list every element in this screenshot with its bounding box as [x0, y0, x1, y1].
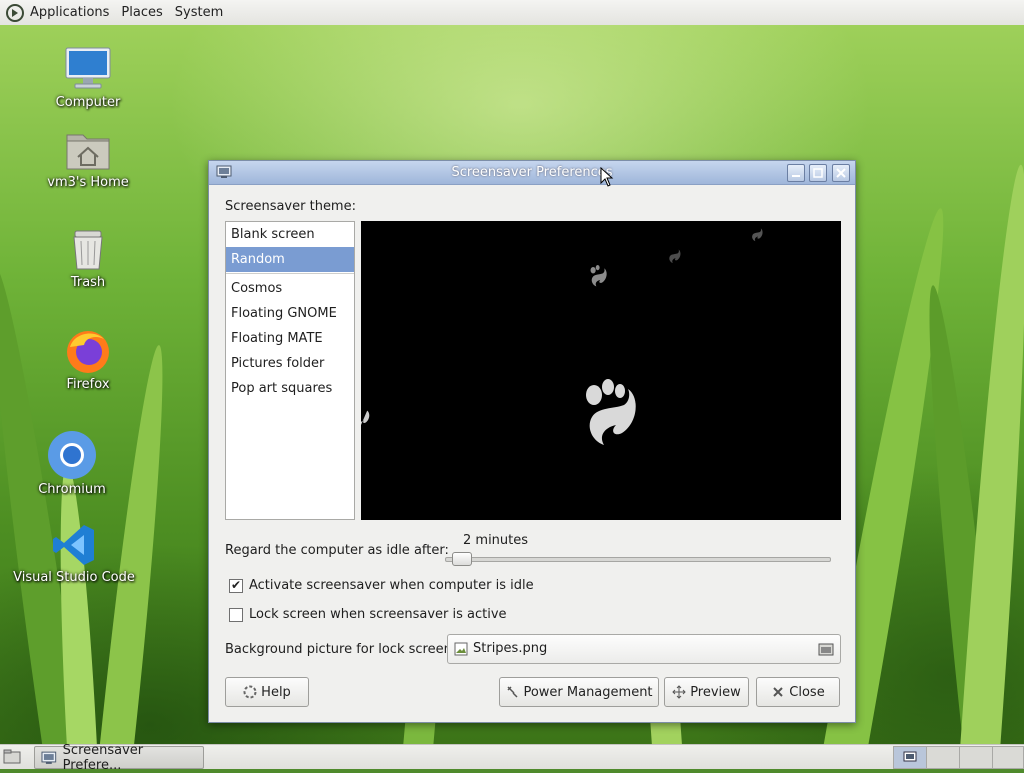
desktop-icon-label: Visual Studio Code: [13, 570, 135, 585]
theme-item-pop-art-squares[interactable]: Pop art squares: [226, 376, 354, 401]
help-button-label: Help: [261, 684, 291, 700]
workspace-4[interactable]: [992, 746, 1024, 769]
desktop-icon-label: vm3's Home: [47, 175, 129, 190]
minimize-icon: [792, 175, 800, 177]
theme-item-floating-mate[interactable]: Floating MATE: [226, 326, 354, 351]
workspace-3[interactable]: [959, 746, 993, 769]
gnome-foot-edge-icon: [361, 410, 370, 426]
desktop-icon-computer[interactable]: Computer: [38, 45, 138, 110]
trash-icon: [73, 230, 103, 270]
desktop-icon-home[interactable]: vm3's Home: [38, 127, 138, 190]
close-button-label: Close: [789, 684, 825, 700]
close-window-button[interactable]: [832, 164, 850, 182]
chromium-icon: [48, 431, 96, 479]
close-icon: [836, 168, 846, 178]
gnome-foot-small-icon: [590, 265, 607, 287]
background-file-chooser[interactable]: Stripes.png: [447, 634, 841, 664]
power-plug-icon: [507, 686, 518, 698]
maximize-icon: [813, 168, 823, 178]
screensaver-preferences-window: Screensaver Preferences Screensaver them…: [208, 160, 856, 723]
activate-checkbox[interactable]: ✔: [229, 578, 243, 593]
computer-icon: [65, 47, 111, 89]
window-titlebar[interactable]: Screensaver Preferences: [209, 161, 855, 185]
taskbar-item-label: Screensaver Prefere...: [62, 742, 144, 773]
taskbar-item-screensaver[interactable]: Screensaver Prefere...: [34, 743, 204, 773]
power-management-button-label: Power Management: [523, 684, 653, 700]
system-menu[interactable]: System: [169, 0, 229, 25]
power-management-button[interactable]: Power Management: [499, 677, 659, 707]
mate-logo-icon[interactable]: [6, 3, 24, 22]
desktop-icon-label: Trash: [70, 275, 106, 290]
background-label: Background picture for lock screen:: [225, 642, 457, 657]
desktop-icon-chromium[interactable]: Chromium: [22, 430, 122, 497]
theme-item-cosmos[interactable]: Cosmos: [226, 276, 354, 301]
checkmark-icon: ✔: [231, 578, 242, 592]
idle-slider-thumb[interactable]: [452, 552, 473, 566]
theme-item-floating-gnome[interactable]: Floating GNOME: [226, 301, 354, 326]
show-desktop-icon[interactable]: [3, 749, 21, 765]
preview-button[interactable]: Preview: [664, 677, 749, 707]
preview-button-label: Preview: [690, 684, 741, 700]
desktop-icon-label: Chromium: [38, 482, 106, 497]
top-panel: Applications Places System: [0, 0, 1024, 26]
applications-menu[interactable]: Applications: [24, 0, 115, 25]
window-title: Screensaver Preferences: [451, 165, 613, 180]
lock-label[interactable]: Lock screen when screensaver is active: [249, 607, 507, 622]
idle-label: Regard the computer as idle after:: [225, 543, 449, 558]
gnome-foot-tiny-icon-2: [752, 228, 763, 242]
mouse-cursor-icon: [600, 167, 614, 187]
taskbar-app-icon: [41, 751, 57, 764]
folder-open-icon: [818, 643, 834, 656]
idle-value: 2 minutes: [463, 533, 529, 548]
bottom-panel: Screensaver Prefere...: [0, 743, 1024, 773]
desktop-icon-trash[interactable]: Trash: [38, 227, 138, 290]
workspace-2[interactable]: [926, 746, 960, 769]
home-folder-icon: [66, 134, 110, 170]
firefox-icon: [67, 331, 109, 373]
theme-item-blank-screen[interactable]: Blank screen: [226, 222, 354, 247]
theme-item-random[interactable]: Random: [226, 247, 354, 272]
desktop-icon-vscode[interactable]: Visual Studio Code: [6, 522, 142, 585]
help-icon: [243, 685, 257, 699]
image-file-icon: [454, 642, 468, 656]
gnome-foot-tiny-icon: [669, 249, 681, 264]
idle-slider-track[interactable]: [445, 557, 831, 562]
theme-label: Screensaver theme:: [225, 199, 356, 214]
close-button[interactable]: Close: [756, 677, 840, 707]
gnome-foot-icon: [586, 379, 636, 445]
activate-label[interactable]: Activate screensaver when computer is id…: [249, 578, 534, 593]
help-button[interactable]: Help: [225, 677, 309, 707]
desktop-icon-label: Firefox: [66, 377, 110, 392]
desktop-icon-label: Computer: [55, 95, 121, 110]
background-file-name: Stripes.png: [473, 641, 548, 656]
workspace-window-icon: [903, 751, 917, 762]
theme-list[interactable]: Blank screen Random Cosmos Floating GNOM…: [225, 221, 355, 520]
maximize-button[interactable]: [809, 164, 827, 182]
theme-item-pictures-folder[interactable]: Pictures folder: [226, 351, 354, 376]
places-menu[interactable]: Places: [115, 0, 168, 25]
vscode-icon: [53, 525, 94, 565]
screensaver-preview: [361, 221, 841, 520]
desktop-icon-firefox[interactable]: Firefox: [38, 327, 138, 392]
workspace-1[interactable]: [893, 746, 927, 769]
close-x-icon: [773, 687, 783, 697]
lock-checkbox[interactable]: [229, 608, 243, 622]
fullscreen-icon: [672, 685, 686, 699]
minimize-button[interactable]: [787, 164, 805, 182]
